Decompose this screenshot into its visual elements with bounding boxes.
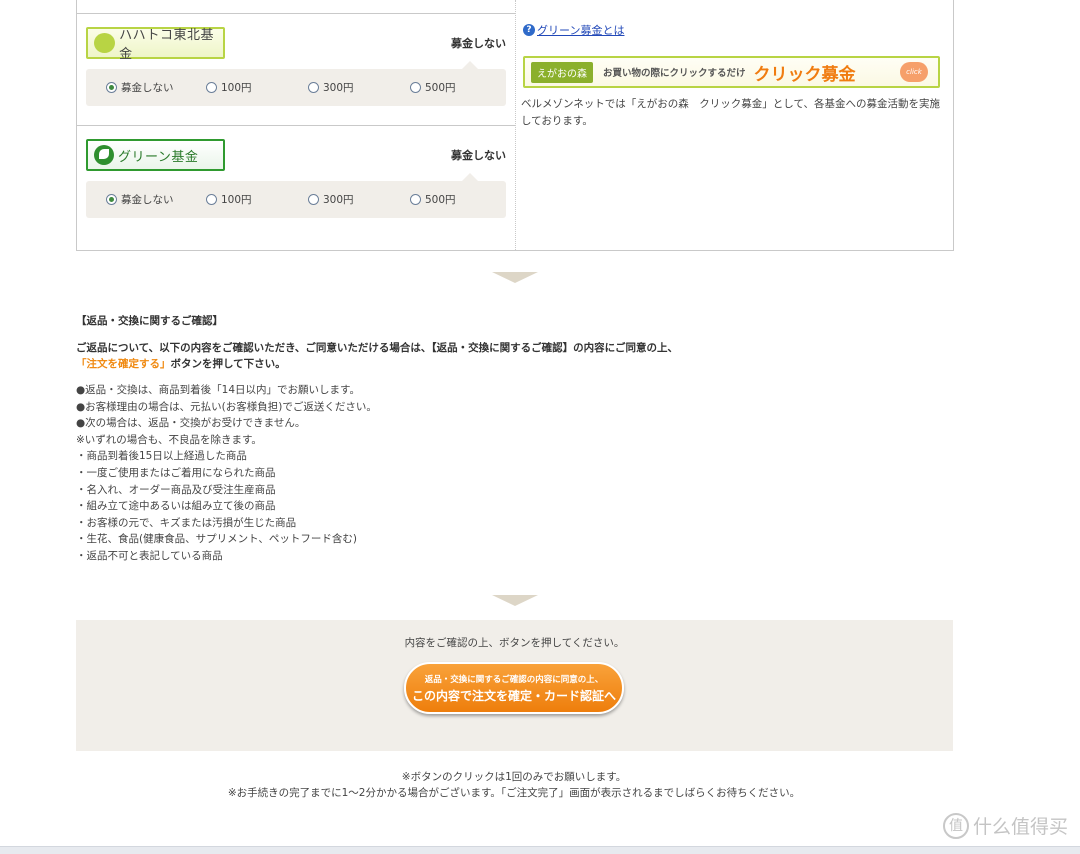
confirm-order-button[interactable]: 返品・交換に関するご確認の内容に同意の上、 この内容で注文を確定・カード認証へ: [404, 662, 624, 714]
radio-option[interactable]: 500円: [410, 192, 456, 207]
watermark: 值 什么值得买: [942, 812, 1068, 839]
list-item: ・一度ご使用またはご着用になられた商品: [76, 466, 276, 479]
radio-button[interactable]: [308, 82, 319, 93]
list-item: ・商品到着後15日以上経過した商品: [76, 450, 247, 463]
list-item: ※いずれの場合も、不良品を除きます。: [76, 433, 262, 446]
radio-button[interactable]: [410, 82, 421, 93]
fund-amount-options: 募金しない 100円 300円 500円: [86, 173, 506, 218]
list-item: ●返品・交換は、商品到着後「14日以内」でお願いします。: [76, 384, 360, 396]
confirm-hint: 内容をご確認の上、ボタンを押してください。: [404, 637, 625, 649]
radio-button[interactable]: [206, 194, 217, 205]
radio-option[interactable]: 300円: [308, 80, 354, 95]
leaf-icon: [94, 145, 114, 165]
fund-status: 募金しない: [451, 37, 506, 50]
hahatoko-fund-logo: ハハトコ東北基金: [86, 27, 225, 62]
banner-title: クリック募金: [753, 64, 856, 85]
note-line: ※ボタンのクリックは1回のみでお願いします。: [401, 771, 627, 783]
divider: [77, 125, 515, 126]
egao-forest-logo: えがおの森: [531, 61, 593, 83]
returns-title: 【返品・交換に関するご確認】: [76, 315, 223, 327]
green-fund-logo: グリーン基金: [86, 139, 225, 171]
donation-description: ベルメゾンネットでは「えがおの森 クリック募金」として、各基金への募金活動を実施…: [521, 98, 940, 127]
radio-button[interactable]: [410, 194, 421, 205]
fund-name: グリーン基金: [118, 149, 199, 165]
radio-option[interactable]: 100円: [206, 192, 252, 207]
radio-option[interactable]: 300円: [308, 192, 354, 207]
notes: ※ボタンのクリックは1回のみでお願いします。 ※お手続きの完了までに1～2分かか…: [0, 769, 1028, 801]
note-line: ※お手続きの完了までに1～2分かかる場合がございます。「ご注文完了」画面が表示さ…: [227, 787, 801, 799]
radio-option[interactable]: 募金しない: [106, 80, 174, 95]
click-donation-info: ? グリーン募金とは えがおの森 お買い物の際にクリックするだけ クリック募金 …: [521, 0, 953, 250]
donation-panel: ハハトコ東北基金 募金しない 募金しない 100円 300円 500円 グリーン…: [76, 0, 954, 251]
fund-status: 募金しない: [451, 149, 506, 162]
click-cursor-icon: click: [900, 62, 928, 82]
banner-subtitle: お買い物の際にクリックするだけ: [603, 68, 746, 79]
fund-name: ハハトコ東北基金: [119, 28, 214, 62]
confirm-panel: 内容をご確認の上、ボタンを押してください。 返品・交換に関するご確認の内容に同意…: [76, 620, 953, 751]
click-donation-banner[interactable]: えがおの森 お買い物の際にクリックするだけ クリック募金 click: [523, 56, 940, 88]
watermark-icon: 值: [942, 812, 969, 839]
green-fund-help-link[interactable]: ? グリーン募金とは: [523, 22, 624, 38]
list-item: ●お客様理由の場合は、元払い(お客様負担)でご返送ください。: [76, 400, 377, 413]
radio-option[interactable]: 500円: [410, 80, 456, 95]
confirm-order-highlight: 「注文を確定する」: [76, 358, 171, 370]
watermark-text: 什么值得买: [972, 816, 1068, 838]
radio-button[interactable]: [308, 194, 319, 205]
fund-list: ハハトコ東北基金 募金しない 募金しない 100円 300円 500円 グリーン…: [77, 0, 516, 250]
returns-intro: ご返品について、以下の内容をご確認いただき、ご同意いただける場合は、【返品・交換…: [76, 342, 678, 370]
radio-option[interactable]: 100円: [206, 80, 252, 95]
list-item: ・組み立て途中あるいは組み立て後の商品: [76, 500, 276, 513]
radio-button[interactable]: [106, 82, 117, 93]
list-item: ・名入れ、オーダー商品及び受注生産商品: [76, 483, 276, 496]
radio-button[interactable]: [206, 82, 217, 93]
list-item: ・生花、食品(健康食品、サプリメント、ペットフード含む): [76, 533, 357, 546]
bottom-bar: [0, 846, 1080, 854]
returns-rules-list: ●返品・交換は、商品到着後「14日以内」でお願いします。 ●お客様理由の場合は、…: [76, 382, 936, 565]
step-arrow-icon: [492, 595, 538, 606]
list-item: ・返品不可と表記している商品: [76, 549, 223, 562]
fund-amount-options: 募金しない 100円 300円 500円: [86, 61, 506, 106]
radio-button[interactable]: [106, 194, 117, 205]
list-item: ・お客様の元で、キズまたは汚損が生じた商品: [76, 516, 297, 529]
smile-icon: [94, 33, 116, 53]
divider: [77, 13, 515, 14]
radio-option[interactable]: 募金しない: [106, 192, 174, 207]
question-icon: ?: [523, 24, 535, 36]
list-item: ●次の場合は、返品・交換がお受けできません。: [76, 417, 306, 430]
step-arrow-icon: [492, 272, 538, 283]
